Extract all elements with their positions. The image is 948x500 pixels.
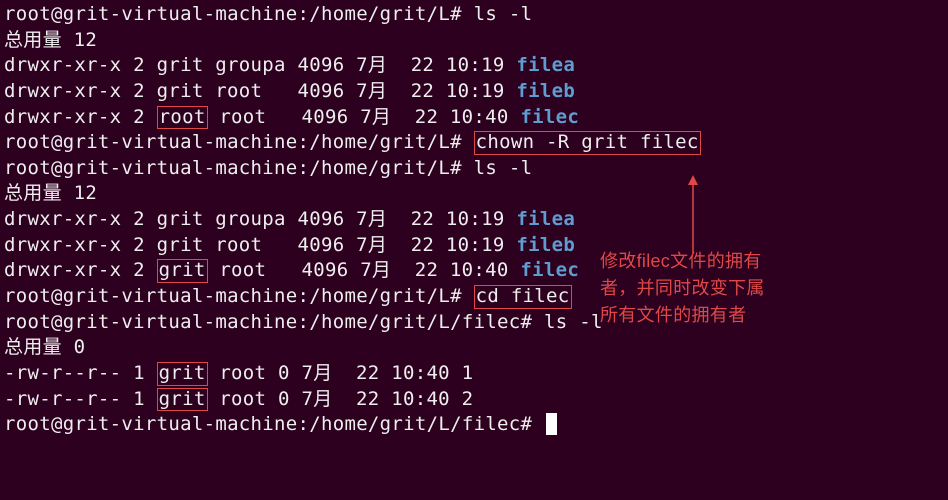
highlight-owner-grit: grit: [157, 362, 208, 386]
ls-entry-filec: drwxr-xr-x 2 root root 4096 7月 22 10:40 …: [4, 105, 944, 131]
ls-entry-2: -rw-r--r-- 1 grit root 0 7月 22 10:40 2: [4, 387, 944, 413]
prompt: root@grit-virtual-machine:/home/grit/L/f…: [4, 311, 532, 333]
cursor-icon: [546, 413, 557, 435]
terminal-line: root@grit-virtual-machine:/home/grit/L# …: [4, 156, 944, 182]
command-ls: ls -l: [474, 157, 533, 179]
dir-fileb: fileb: [516, 234, 575, 256]
dir-filec: filec: [520, 106, 579, 128]
dir-filea: filea: [516, 208, 575, 230]
ls-entry-filea: drwxr-xr-x 2 grit groupa 4096 7月 22 10:1…: [4, 207, 944, 233]
prompt: root@grit-virtual-machine:/home/grit/L#: [4, 285, 462, 307]
terminal-line[interactable]: root@grit-virtual-machine:/home/grit/L/f…: [4, 412, 944, 438]
terminal-line: root@grit-virtual-machine:/home/grit/L# …: [4, 2, 944, 28]
total-line: 总用量 12: [4, 181, 944, 207]
ls-entry-fileb: drwxr-xr-x 2 grit root 4096 7月 22 10:19 …: [4, 79, 944, 105]
total-line: 总用量 12: [4, 28, 944, 54]
highlight-command-chown: chown -R grit filec: [474, 131, 701, 155]
highlight-owner-grit: grit: [157, 388, 208, 412]
terminal-line: root@grit-virtual-machine:/home/grit/L# …: [4, 130, 944, 156]
prompt: root@grit-virtual-machine:/home/grit/L#: [4, 3, 462, 25]
prompt: root@grit-virtual-machine:/home/grit/L/f…: [4, 413, 532, 435]
command-ls: ls -l: [544, 311, 603, 333]
ls-entry-1: -rw-r--r-- 1 grit root 0 7月 22 10:40 1: [4, 361, 944, 387]
highlight-command-cd: cd filec: [474, 285, 572, 309]
command-ls: ls -l: [474, 3, 533, 25]
annotation-text: 修改filec文件的拥有 者，并同时改变下属 所有文件的拥有者: [600, 248, 930, 329]
prompt: root@grit-virtual-machine:/home/grit/L#: [4, 131, 462, 153]
highlight-owner-grit: grit: [157, 259, 208, 283]
highlight-owner-root: root: [157, 106, 208, 130]
ls-entry-filea: drwxr-xr-x 2 grit groupa 4096 7月 22 10:1…: [4, 53, 944, 79]
prompt: root@grit-virtual-machine:/home/grit/L#: [4, 157, 462, 179]
dir-fileb: fileb: [516, 80, 575, 102]
dir-filec: filec: [520, 259, 579, 281]
total-line: 总用量 0: [4, 335, 944, 361]
dir-filea: filea: [516, 54, 575, 76]
